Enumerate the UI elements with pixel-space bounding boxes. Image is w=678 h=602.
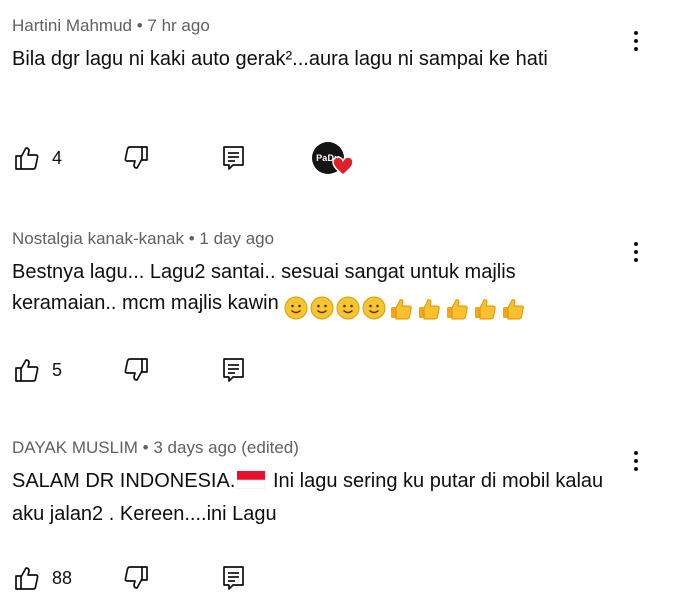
like-button[interactable]: 88	[14, 562, 72, 594]
thumbs-up-outline-icon	[14, 357, 40, 383]
reply-comment-icon	[222, 565, 246, 591]
thumbs-up-emoji-icon	[447, 298, 469, 320]
dislike-button[interactable]	[123, 142, 149, 174]
like-count: 88	[52, 567, 73, 588]
comment-text-container: Bestnya lagu... Lagu2 santai.. sesuai sa…	[12, 257, 612, 323]
comment-meta: Hartini Mahmud • 7 hr ago	[12, 16, 210, 36]
comment-time: 1 day ago	[199, 229, 275, 248]
comment-actions: 5	[0, 354, 678, 386]
like-count: 5	[52, 359, 63, 380]
meta-separator: •	[183, 229, 200, 248]
comment-meta: Nostalgia kanak-kanak • 1 day ago	[12, 229, 274, 249]
comment-text: Bila dgr lagu ni kaki auto gerak²...aura…	[12, 48, 548, 70]
comment-meta: DAYAK MUSLIM • 3 days ago (edited)	[12, 438, 299, 458]
more-options-button[interactable]	[626, 26, 646, 56]
thumbs-down-outline-icon	[123, 145, 149, 171]
thumbs-down-outline-icon	[123, 565, 149, 591]
thumbs-up-outline-icon	[14, 565, 40, 591]
reply-button[interactable]	[222, 142, 246, 174]
thumbs-up-emoji-icon	[419, 298, 441, 320]
thumbs-up-outline-icon	[14, 145, 40, 171]
like-button[interactable]: 5	[14, 354, 62, 386]
meta-separator: •	[132, 16, 148, 35]
comment-actions: 4 PaDu	[0, 142, 678, 176]
indonesia-flag-icon	[237, 468, 266, 499]
comment-text-container: SALAM DR INDONESIA. Ini lagu sering ku p…	[12, 466, 612, 530]
more-options-button[interactable]	[626, 237, 646, 267]
reply-comment-icon	[222, 357, 246, 383]
comment-time: 3 days ago (edited)	[153, 438, 299, 457]
reply-comment-icon	[222, 145, 246, 171]
like-button[interactable]: 4	[14, 142, 62, 174]
thumbs-up-emoji-icon	[503, 298, 525, 320]
thumbs-down-outline-icon	[123, 357, 149, 383]
like-count: 4	[52, 147, 63, 168]
reply-button[interactable]	[222, 562, 246, 594]
comment-author[interactable]: Hartini Mahmud	[12, 16, 132, 35]
slightly-smiling-face-icon	[336, 296, 360, 320]
comment-time: 7 hr ago	[147, 16, 210, 35]
thumbs-up-emoji-icon	[475, 298, 497, 320]
dislike-button[interactable]	[123, 562, 149, 594]
comment-text-part-1: SALAM DR INDONESIA.	[12, 470, 236, 492]
dislike-button[interactable]	[123, 354, 149, 386]
reply-button[interactable]	[222, 354, 246, 386]
more-options-button[interactable]	[626, 446, 646, 476]
thumbs-up-emoji-icon	[391, 298, 413, 320]
comment-author[interactable]: Nostalgia kanak-kanak	[12, 229, 184, 248]
comment-author[interactable]: DAYAK MUSLIM	[12, 438, 138, 457]
slightly-smiling-face-icon	[284, 296, 308, 320]
comment: Hartini Mahmud • 7 hr ago Bila dgr lagu …	[0, 16, 678, 186]
slightly-smiling-face-icon	[362, 296, 386, 320]
creator-heart: PaDu	[312, 142, 356, 178]
meta-separator: •	[137, 438, 154, 457]
emoji-row	[284, 292, 528, 323]
comment: Nostalgia kanak-kanak • 1 day ago Bestny…	[0, 229, 678, 399]
heart-icon	[332, 156, 354, 181]
slightly-smiling-face-icon	[310, 296, 334, 320]
comment: DAYAK MUSLIM • 3 days ago (edited) SALAM…	[0, 438, 678, 602]
comment-actions: 88	[0, 562, 678, 594]
